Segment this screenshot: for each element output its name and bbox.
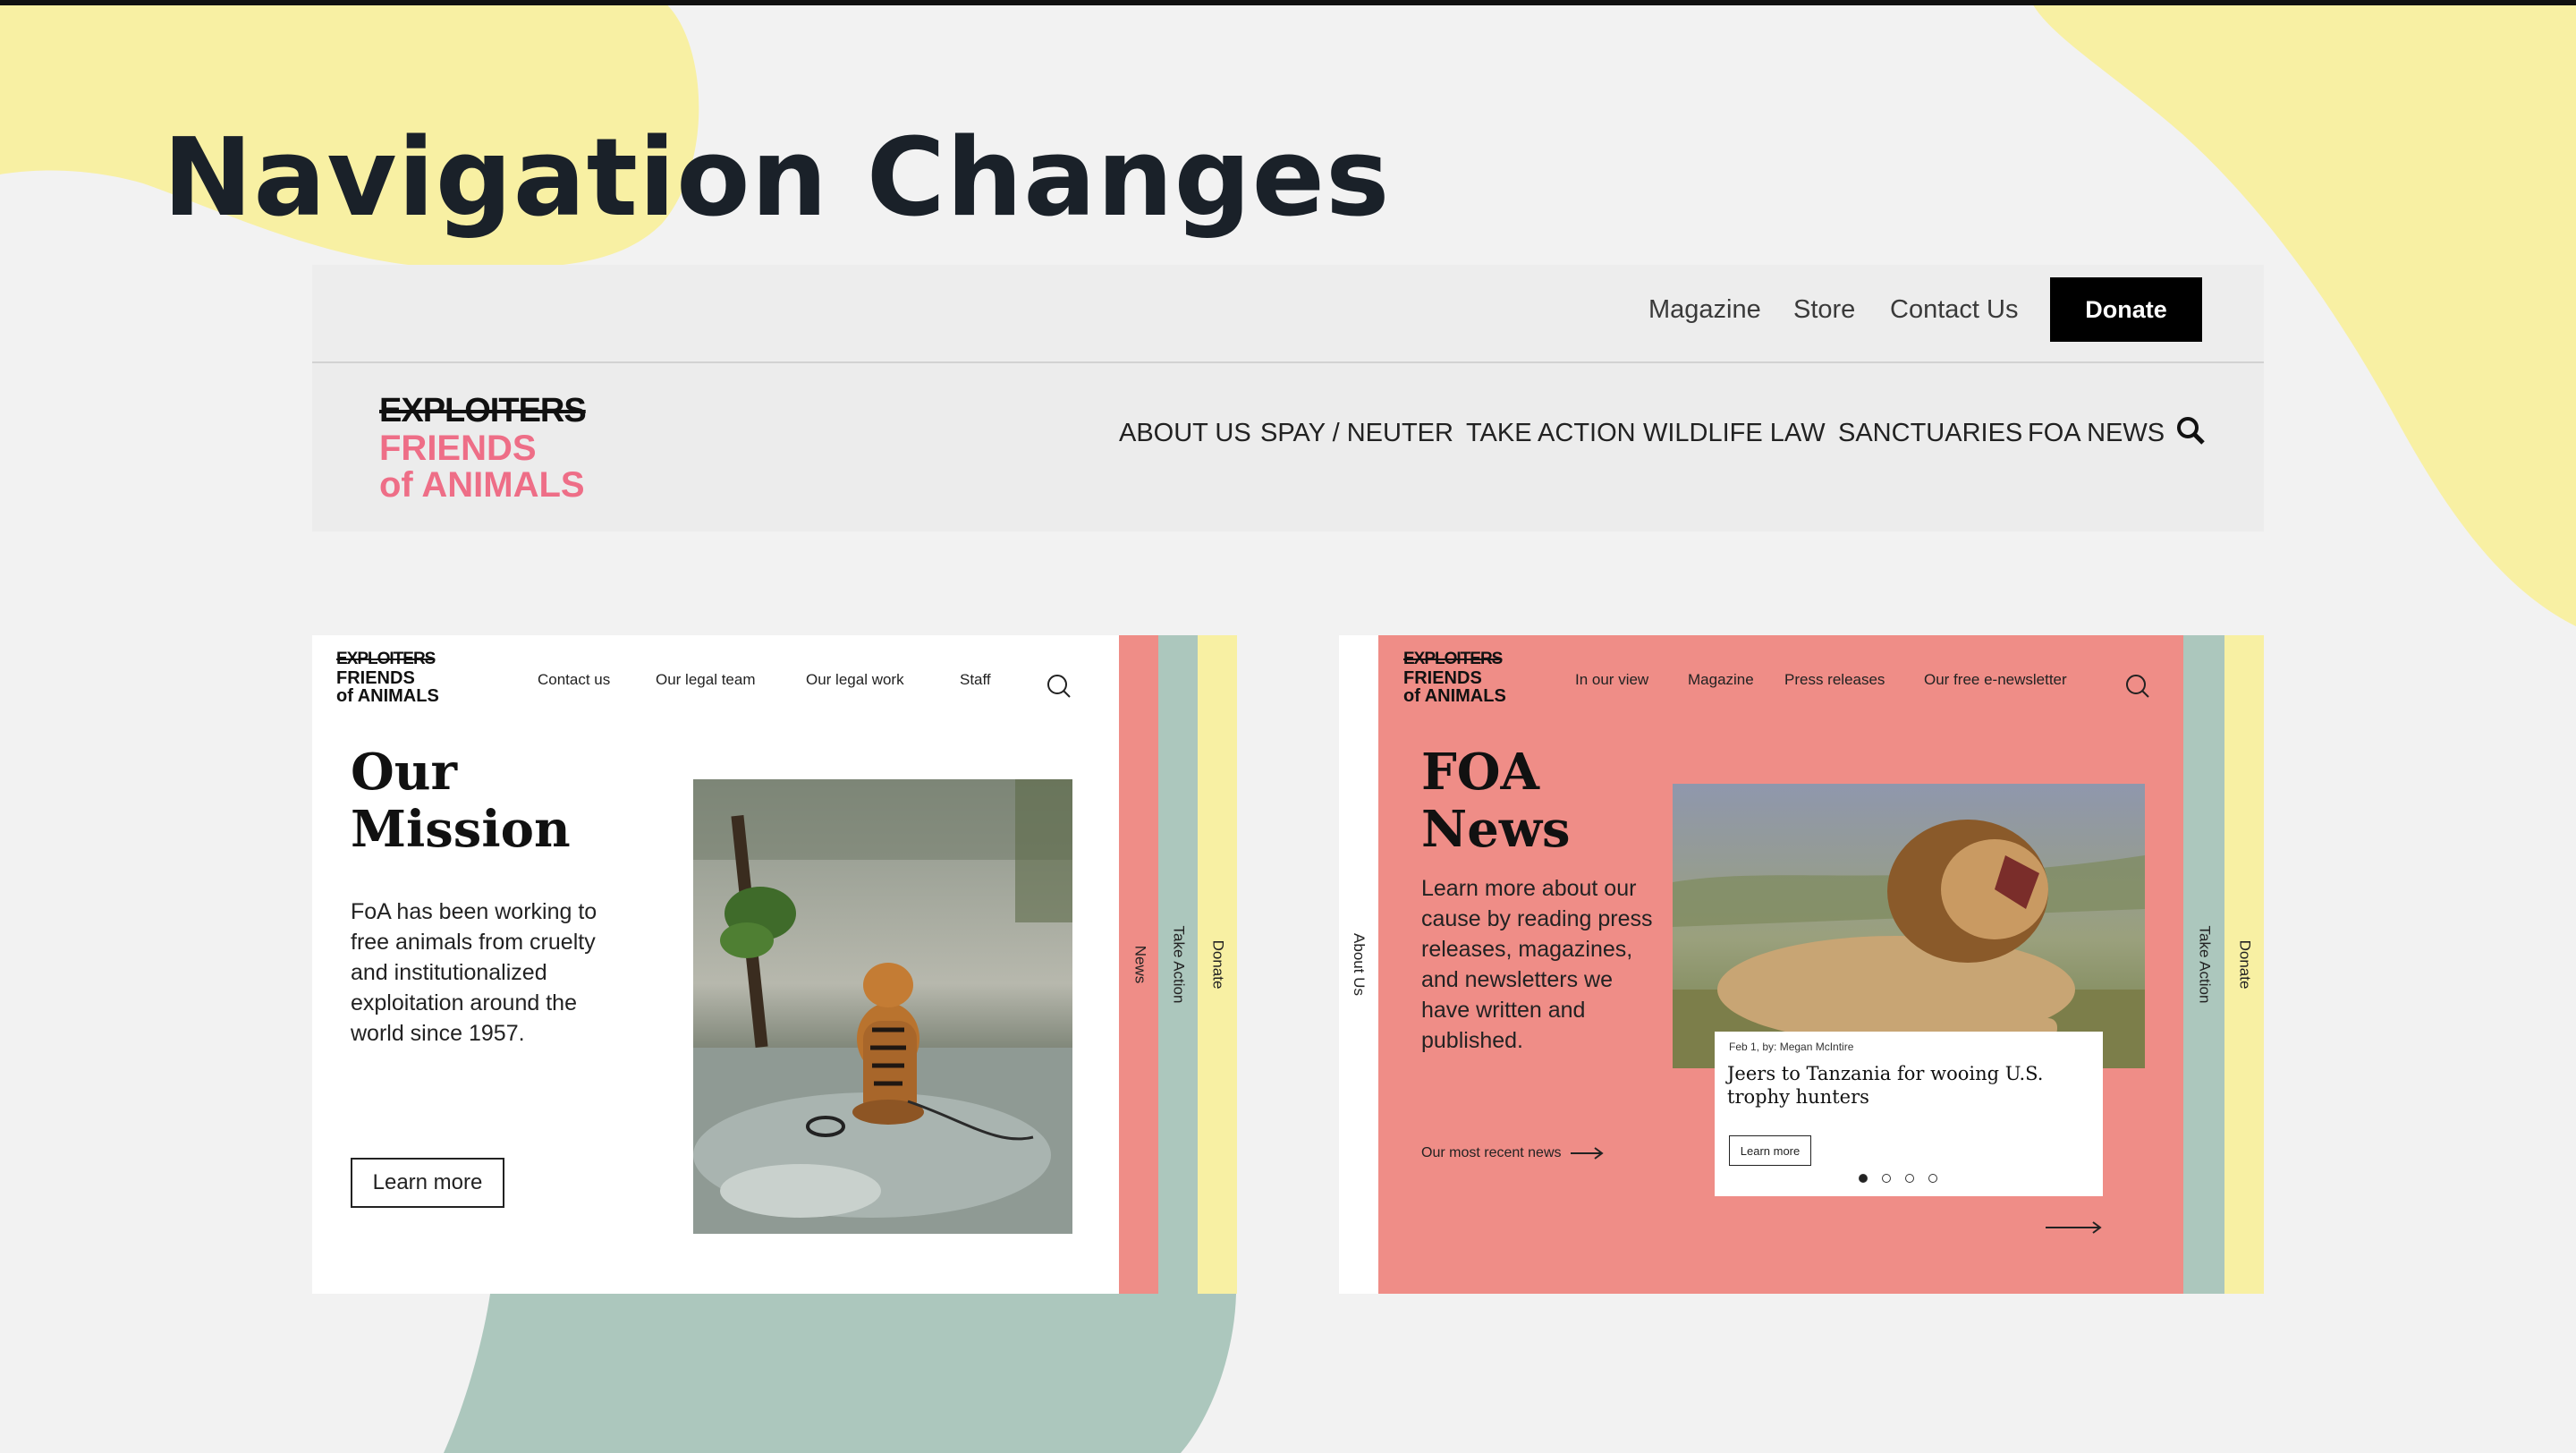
donate-button[interactable]: Donate bbox=[2050, 277, 2202, 342]
tab-take-action-label: Take Action bbox=[1170, 925, 1188, 1004]
news-card[interactable]: Feb 1, by: Megan McIntire Jeers to Tanza… bbox=[1715, 1032, 2103, 1196]
carousel-dot-active[interactable] bbox=[1859, 1174, 1868, 1183]
tab-take-action-label: Take Action bbox=[2196, 925, 2214, 1004]
heading-line-1: FOA bbox=[1421, 743, 1539, 802]
tab-news[interactable]: News bbox=[1119, 635, 1160, 1294]
news-logo[interactable]: EXPLOITERS FRIENDS of ANIMALS bbox=[1403, 650, 1506, 706]
nav-legal-work[interactable]: Our legal work bbox=[806, 671, 904, 689]
nav-foa-news[interactable]: FOA NEWS bbox=[2028, 419, 2165, 448]
nav-spay-neuter[interactable]: SPAY / NEUTER bbox=[1260, 419, 1453, 448]
recent-news-link[interactable]: Our most recent news bbox=[1421, 1145, 1606, 1161]
carousel-dot[interactable] bbox=[1928, 1174, 1937, 1183]
search-icon[interactable] bbox=[2124, 673, 2151, 700]
nav-sanctuaries[interactable]: SANCTUARIES bbox=[1838, 419, 2022, 448]
card-meta: Feb 1, by: Megan McIntire bbox=[1729, 1041, 1854, 1053]
logo-line-2: of ANIMALS bbox=[336, 686, 439, 707]
carousel-dot[interactable] bbox=[1905, 1174, 1914, 1183]
tab-take-action[interactable]: Take Action bbox=[1158, 635, 1198, 1294]
mission-heading: Our Mission bbox=[351, 743, 571, 859]
tiger-cub-photo bbox=[693, 779, 1072, 1234]
logo-strike-text: EXPLOITERS bbox=[336, 650, 436, 668]
top-border bbox=[0, 0, 2576, 5]
news-body: Learn more about our cause by reading pr… bbox=[1421, 876, 1653, 1053]
utility-bar: Magazine Store Contact Us Donate bbox=[312, 265, 2264, 363]
carousel-dot[interactable] bbox=[1882, 1174, 1891, 1183]
mission-page-mockup: EXPLOITERS FRIENDS of ANIMALS Contact us… bbox=[312, 635, 1237, 1294]
logo-line-1: FRIENDS bbox=[336, 668, 415, 688]
nav-press-releases[interactable]: Press releases bbox=[1784, 671, 1885, 689]
mission-logo[interactable]: EXPLOITERS FRIENDS of ANIMALS bbox=[336, 650, 439, 706]
logo-line-1: FRIENDS bbox=[379, 429, 537, 468]
next-arrow-icon[interactable] bbox=[2046, 1220, 2105, 1235]
logo-line-2: of ANIMALS bbox=[379, 464, 585, 505]
nav-legal-team[interactable]: Our legal team bbox=[656, 671, 756, 689]
nav-staff[interactable]: Staff bbox=[960, 671, 991, 689]
heading-line-1: Our bbox=[351, 743, 457, 802]
search-icon[interactable] bbox=[1046, 673, 1072, 700]
tab-donate-label: Donate bbox=[1209, 939, 1227, 990]
logo-strike-text: EXPLOITERS bbox=[1403, 650, 1503, 668]
utility-link-store[interactable]: Store bbox=[1793, 295, 1855, 325]
nav-e-newsletter[interactable]: Our free e-newsletter bbox=[1924, 671, 2067, 689]
card-title: Jeers to Tanzania for wooing U.S. trophy… bbox=[1727, 1063, 2044, 1108]
news-page-mockup: About Us EXPLOITERS FRIENDS of ANIMALS I… bbox=[1339, 635, 2264, 1294]
utility-link-contact[interactable]: Contact Us bbox=[1890, 295, 2018, 325]
nav-about-us[interactable]: ABOUT US bbox=[1119, 419, 1251, 448]
tab-take-action[interactable]: Take Action bbox=[2183, 635, 2224, 1294]
tab-about-us-label: About Us bbox=[1351, 933, 1368, 996]
tab-donate[interactable]: Donate bbox=[1198, 635, 1237, 1294]
slide-title: Navigation Changes bbox=[163, 116, 1391, 241]
nav-in-our-view[interactable]: In our view bbox=[1575, 671, 1648, 689]
nav-magazine[interactable]: Magazine bbox=[1688, 671, 1754, 689]
site-logo[interactable]: EXPLOITERS FRIENDS of ANIMALS bbox=[379, 392, 587, 505]
learn-more-button[interactable]: Learn more bbox=[351, 1158, 504, 1208]
recent-news-label: Our most recent news bbox=[1421, 1145, 1562, 1160]
nav-take-action[interactable]: TAKE ACTION bbox=[1466, 419, 1636, 448]
logo-line-1: FRIENDS bbox=[1403, 668, 1482, 688]
tab-donate[interactable]: Donate bbox=[2224, 635, 2264, 1294]
tab-donate-label: Donate bbox=[2236, 939, 2254, 990]
lion-photo bbox=[1673, 784, 2145, 1068]
nav-contact-us[interactable]: Contact us bbox=[538, 671, 610, 689]
mission-body: FoA has been working to free animals fro… bbox=[351, 899, 597, 1046]
heading-line-2: Mission bbox=[351, 799, 571, 859]
logo-line-2: of ANIMALS bbox=[1403, 686, 1506, 707]
tab-about-us[interactable]: About Us bbox=[1339, 635, 1378, 1294]
nav-wildlife-law[interactable]: WILDLIFE LAW bbox=[1643, 419, 1826, 448]
utility-link-magazine[interactable]: Magazine bbox=[1648, 295, 1761, 325]
old-navigation-screenshot: Magazine Store Contact Us Donate EXPLOIT… bbox=[312, 265, 2264, 531]
heading-line-2: News bbox=[1421, 799, 1571, 859]
search-icon[interactable] bbox=[2175, 415, 2206, 446]
card-learn-more-button[interactable]: Learn more bbox=[1729, 1135, 1811, 1166]
logo-strike-text: EXPLOITERS bbox=[379, 392, 587, 429]
arrow-right-icon bbox=[1570, 1147, 1604, 1160]
news-heading: FOA News bbox=[1421, 743, 1571, 859]
tab-news-label: News bbox=[1131, 945, 1148, 984]
